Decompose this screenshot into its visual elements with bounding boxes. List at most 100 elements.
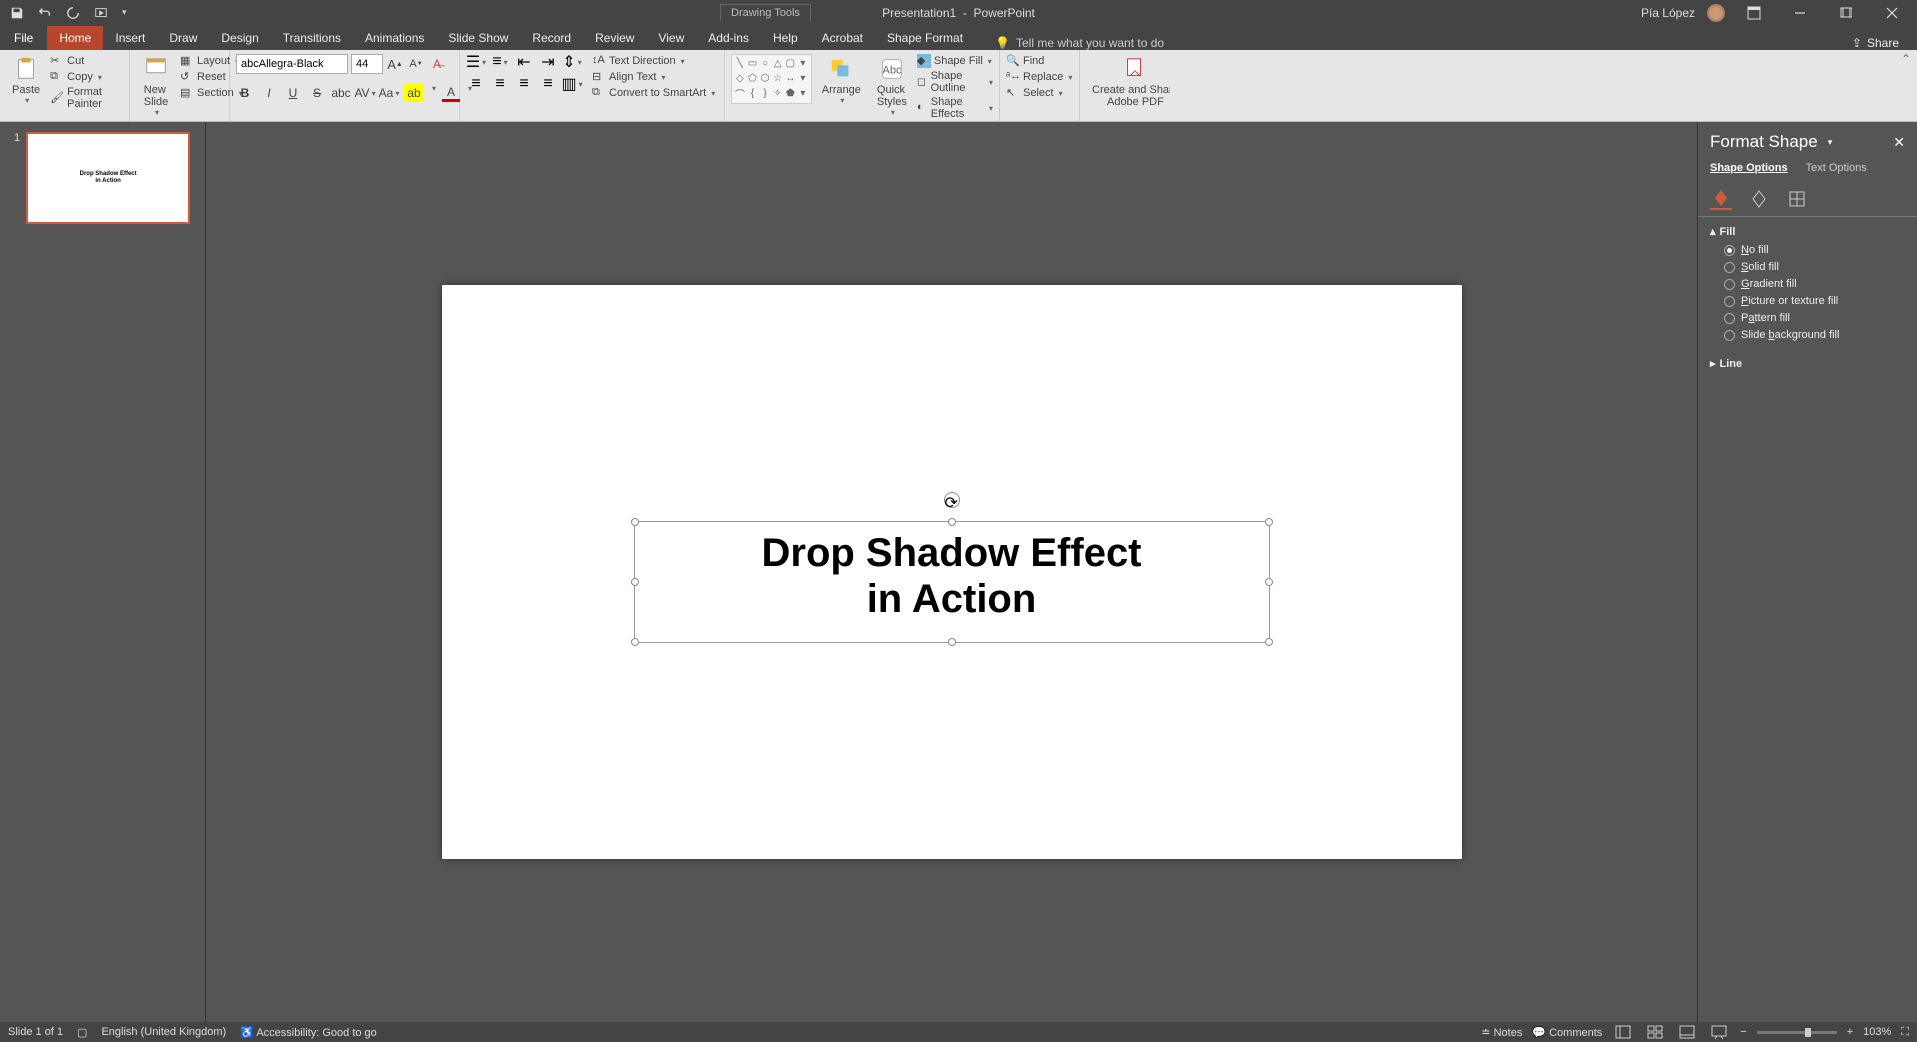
resize-handle-tr[interactable] [1265,518,1273,526]
share-button[interactable]: ⇪ Share [1852,36,1917,50]
solid-fill-radio[interactable]: Solid fill [1724,261,1905,273]
maximize-button[interactable] [1829,2,1863,24]
save-icon[interactable] [10,6,24,20]
new-slide-button[interactable]: New Slide ▾ [136,54,176,119]
slide[interactable]: ⟳ Drop Shadow Effect in Action [442,285,1462,859]
bullets-button[interactable]: ☰▾ [466,54,486,70]
resize-handle-bm[interactable] [948,638,956,646]
tell-me-search[interactable]: 💡 Tell me what you want to do [995,36,1164,50]
change-case-button[interactable]: Aa▾ [380,84,398,102]
shrink-font-button[interactable]: A▼ [407,55,425,73]
slide-thumbnail[interactable]: Drop Shadow Effect in Action [26,132,190,224]
gradient-fill-radio[interactable]: Gradient fill [1724,278,1905,290]
tab-draw[interactable]: Draw [157,26,209,50]
tab-addins[interactable]: Add-ins [696,26,761,50]
resize-handle-mr[interactable] [1265,578,1273,586]
slideshow-view-button[interactable] [1708,1024,1730,1040]
pane-menu-icon[interactable]: ▾ [1828,137,1833,148]
highlight-button[interactable]: ab [404,84,424,102]
collapse-ribbon-icon[interactable]: ⌃ [1901,52,1911,66]
align-left-button[interactable]: ≡ [466,76,486,92]
shape-fill-button[interactable]: ◆Shape Fill▾ [917,54,993,68]
columns-button[interactable]: ▥▾ [562,76,582,92]
pane-close-button[interactable]: ✕ [1893,134,1905,151]
size-properties-icon[interactable] [1786,188,1808,210]
tab-help[interactable]: Help [761,26,810,50]
qat-more-icon[interactable]: ▾ [122,7,127,18]
tab-file[interactable]: File [0,26,47,50]
slidebg-fill-radio[interactable]: Slide background fill [1724,329,1905,341]
textbox-content[interactable]: Drop Shadow Effect in Action [635,522,1269,622]
tab-home[interactable]: Home [47,26,103,50]
tab-transitions[interactable]: Transitions [271,26,353,50]
shape-effects-button[interactable]: ◐Shape Effects▾ [917,96,993,120]
tab-acrobat[interactable]: Acrobat [810,26,875,50]
user-avatar[interactable] [1707,4,1725,22]
user-name[interactable]: Pía López [1641,6,1695,20]
paste-button[interactable]: Paste ▾ [6,54,46,107]
resize-handle-tm[interactable] [948,518,956,526]
picture-fill-radio[interactable]: Picture or texture fill [1724,295,1905,307]
slide-sorter-button[interactable] [1644,1024,1666,1040]
fit-to-window-button[interactable]: ⛶ [1901,1026,1909,1039]
shadow-button[interactable]: abc [332,84,350,102]
tab-view[interactable]: View [646,26,696,50]
font-color-button[interactable]: A [442,84,460,102]
minimize-button[interactable] [1783,2,1817,24]
accessibility-status[interactable]: ♿ Accessibility: Good to go [240,1026,377,1039]
fill-line-icon[interactable] [1710,188,1732,210]
copy-button[interactable]: ⧉Copy▾ [50,70,123,84]
text-direction-button[interactable]: ↕AText Direction▾ [592,54,715,68]
resize-handle-tl[interactable] [631,518,639,526]
spell-check-icon[interactable]: ▢ [77,1026,87,1039]
increase-indent-button[interactable]: ⇥ [538,54,558,70]
find-button[interactable]: 🔍Find [1006,54,1072,68]
effects-icon[interactable] [1748,188,1770,210]
tab-shapeformat[interactable]: Shape Format [875,26,975,50]
grow-font-button[interactable]: A▲ [386,55,404,73]
align-right-button[interactable]: ≡ [514,76,534,92]
line-section-header[interactable]: ▸Line [1710,357,1905,370]
rotate-handle[interactable]: ⟳ [944,492,960,508]
normal-view-button[interactable] [1612,1024,1634,1040]
font-size-input[interactable] [351,54,383,74]
justify-button[interactable]: ≡ [538,76,558,92]
tab-insert[interactable]: Insert [103,26,157,50]
tab-review[interactable]: Review [583,26,646,50]
zoom-slider[interactable] [1757,1031,1837,1034]
resize-handle-bl[interactable] [631,638,639,646]
italic-button[interactable]: I [260,84,278,102]
zoom-slider-thumb[interactable] [1805,1028,1811,1037]
text-options-tab[interactable]: Text Options [1806,162,1867,174]
no-fill-radio[interactable]: No fill [1724,244,1905,256]
tab-animations[interactable]: Animations [353,26,436,50]
selected-textbox[interactable]: ⟳ Drop Shadow Effect in Action [634,521,1270,643]
char-spacing-button[interactable]: AV▾ [356,84,374,102]
quick-styles-button[interactable]: Abc Quick Styles▾ [871,54,913,119]
zoom-in-button[interactable]: + [1847,1026,1853,1038]
redo-icon[interactable] [66,6,80,20]
notes-button[interactable]: ≐ Notes [1481,1026,1522,1039]
font-name-input[interactable] [236,54,348,74]
pattern-fill-radio[interactable]: Pattern fill [1724,312,1905,324]
cut-button[interactable]: ✂Cut [50,54,123,68]
shapes-gallery[interactable]: ╲▭○△▢▾ ◇⬠⬡☆↔▾ ⌒{}✧⬟▾ [731,54,812,104]
shape-outline-button[interactable]: ◻Shape Outline▾ [917,70,993,94]
numbering-button[interactable]: ≡▾ [490,54,510,70]
resize-handle-ml[interactable] [631,578,639,586]
reading-view-button[interactable] [1676,1024,1698,1040]
decrease-indent-button[interactable]: ⇤ [514,54,534,70]
replace-button[interactable]: ᵃ↔Replace▾ [1006,70,1072,84]
align-center-button[interactable]: ≡ [490,76,510,92]
align-text-button[interactable]: ⊟Align Text▾ [592,70,715,84]
convert-smartart-button[interactable]: ⧉Convert to SmartArt▾ [592,86,715,100]
arrange-button[interactable]: Arrange▾ [816,54,867,107]
line-spacing-button[interactable]: ⇕▾ [562,54,582,70]
language-indicator[interactable]: English (United Kingdom) [101,1026,226,1038]
format-painter-button[interactable]: 🖌Format Painter [50,86,123,110]
slide-counter[interactable]: Slide 1 of 1 [8,1026,63,1038]
fill-section-header[interactable]: ▴Fill [1710,225,1905,238]
clear-formatting-button[interactable]: A̶ [428,55,446,73]
close-button[interactable] [1875,2,1909,24]
tab-record[interactable]: Record [520,26,583,50]
